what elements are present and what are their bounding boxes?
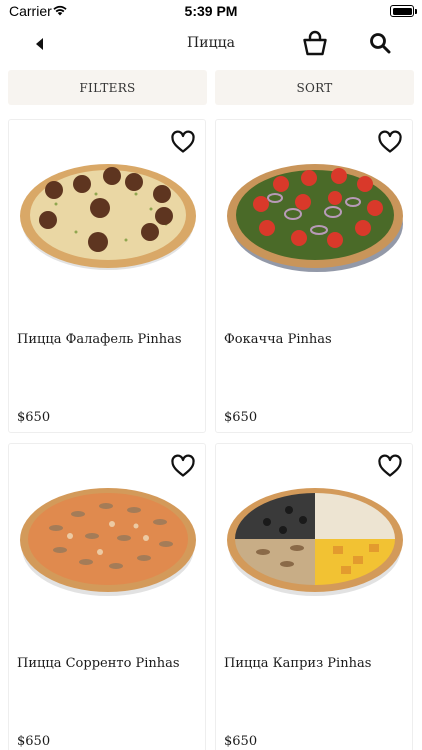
pizza-capricciosa-image	[227, 488, 403, 596]
shopping-basket-icon[interactable]	[302, 29, 328, 57]
product-price: $650	[17, 410, 51, 425]
heart-icon[interactable]	[170, 454, 196, 478]
product-name: Пицца Фалафель Pinhas	[17, 332, 182, 347]
page-title: Пицца	[187, 35, 235, 51]
heart-icon[interactable]	[170, 130, 196, 154]
heart-icon[interactable]	[377, 130, 403, 154]
product-card[interactable]: Пицца Каприз Pinhas $650	[215, 443, 413, 750]
pizza-falafel-image	[20, 164, 196, 270]
heart-icon[interactable]	[377, 454, 403, 478]
product-name: Пицца Сорренто Pinhas	[17, 656, 180, 671]
product-price: $650	[17, 734, 51, 749]
product-price: $650	[224, 734, 258, 749]
product-card[interactable]: Фокачча Pinhas $650	[215, 119, 413, 433]
status-bar: Carrier 5:39 PM	[0, 0, 422, 24]
nav-bar: Пицца	[0, 24, 422, 64]
pizza-focaccia-image	[227, 164, 403, 272]
product-card[interactable]: Пицца Фалафель Pinhas $650	[8, 119, 206, 433]
status-time: 5:39 PM	[184, 3, 238, 19]
filters-button[interactable]: FILTERS	[8, 70, 207, 105]
pizza-sorrento-image	[20, 488, 196, 596]
search-icon[interactable]	[368, 31, 392, 55]
product-name: Фокачча Pinhas	[224, 332, 332, 347]
sort-button[interactable]: SORT	[215, 70, 414, 105]
filter-sort-bar: FILTERS SORT	[8, 70, 414, 105]
product-price: $650	[224, 410, 258, 425]
product-name: Пицца Каприз Pinhas	[224, 656, 372, 671]
product-card[interactable]: Пицца Сорренто Pinhas $650	[8, 443, 206, 750]
battery-icon	[390, 5, 417, 17]
